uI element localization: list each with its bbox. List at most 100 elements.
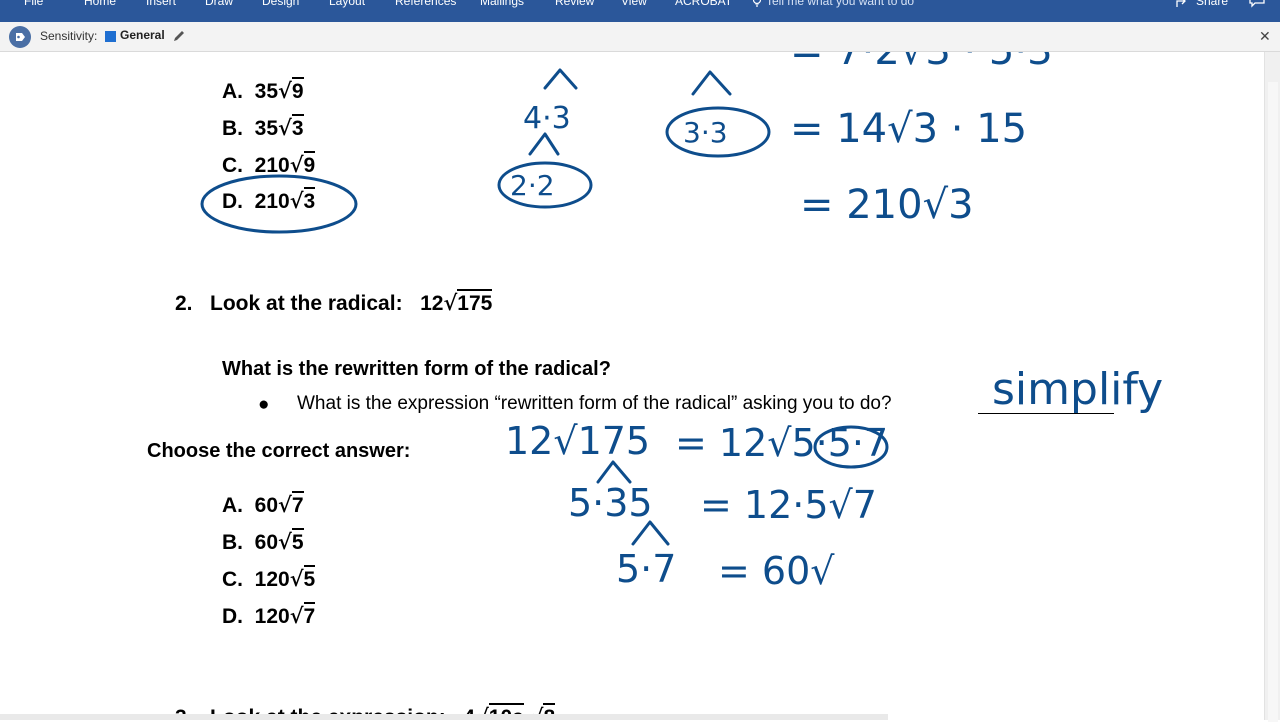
radical-sign-icon: √ (278, 78, 292, 103)
option-coef: 60 (254, 531, 279, 554)
radical-sign-icon: √ (278, 115, 292, 140)
ink-q1-eq-line1: = 7·2√3 · 5·3 (790, 52, 1053, 74)
option-radicand: 9 (291, 77, 304, 103)
q2-choose-label: Choose the correct answer: (147, 440, 411, 462)
ink-factor-right: 3·3 (683, 116, 728, 149)
option-letter: B. (222, 117, 243, 140)
share-button[interactable]: Share (1176, 0, 1228, 8)
option-radicand: 7 (303, 602, 316, 628)
option-coef: 120 (254, 605, 290, 628)
option-coef: 210 (254, 154, 290, 177)
q2-bullet: ● (258, 394, 269, 416)
option-letter: B. (222, 531, 243, 554)
ink-circle-right (665, 106, 771, 158)
option-letter: D. (222, 190, 243, 213)
option-letter: A. (222, 494, 243, 517)
sensitivity-label: Sensitivity: (40, 29, 98, 43)
horizontal-scrollbar[interactable] (0, 714, 888, 720)
option-letter: A. (222, 80, 243, 103)
ink-branch (631, 520, 670, 546)
radical-sign-icon: √ (278, 492, 292, 517)
q2-option-c[interactable]: C. 120√5 (222, 565, 316, 592)
q1-option-d[interactable]: D. 210√3 (222, 187, 316, 214)
tab-acrobat[interactable]: ACROBAT (675, 0, 732, 8)
tell-me-search[interactable]: Tell me what you want to do (752, 0, 914, 8)
ink-branch (691, 70, 732, 96)
q2-prompt: Look at the radical: (210, 292, 403, 315)
option-radicand: 3 (303, 187, 316, 213)
radical-sign-icon: √ (289, 152, 304, 177)
q2-option-a[interactable]: A. 60√7 (222, 491, 304, 518)
q2-heading: 2. Look at the radical: 12√175 (175, 289, 493, 316)
ink-circle-pair (813, 425, 889, 469)
ink-q2-line1-right: = 12√5·5·7 (675, 421, 888, 465)
share-label: Share (1196, 0, 1229, 8)
option-radicand: 5 (291, 528, 304, 554)
ink-annotations: 4·3 2·2 3·3 = 7·2√3 · 5·3 = 14√3 · 15 = … (200, 52, 1163, 593)
tab-file[interactable]: File (24, 0, 43, 8)
q2-option-b[interactable]: B. 60√5 (222, 528, 304, 555)
tab-review[interactable]: Review (555, 0, 594, 8)
tab-home[interactable]: Home (84, 0, 116, 8)
sensitivity-tag-icon (9, 26, 31, 48)
q2-option-d[interactable]: D. 120√7 (222, 602, 316, 629)
ink-q2-factor1: 5·35 (568, 481, 653, 525)
tab-draw[interactable]: Draw (205, 0, 233, 8)
option-letter: D. (222, 605, 243, 628)
option-coef: 35 (254, 80, 279, 103)
sensitivity-value[interactable]: General (120, 28, 165, 42)
ribbon-bar: File Home Insert Draw Design Layout Refe… (0, 0, 1280, 22)
tab-mailings[interactable]: Mailings (480, 0, 524, 8)
bullet-icon: ● (258, 394, 270, 415)
q2-radicand: 175 (457, 289, 493, 315)
radical-sign-icon: √ (289, 188, 304, 213)
option-radicand: 5 (303, 565, 316, 591)
radical-sign-icon: √ (443, 290, 458, 315)
option-coef: 210 (254, 190, 290, 213)
q2-bullet-text: What is the expression “rewritten form o… (297, 393, 892, 414)
sensitivity-color-swatch (105, 31, 116, 42)
tab-view[interactable]: View (621, 0, 647, 8)
sensitivity-bar: Sensitivity: General ✕ (0, 22, 1280, 52)
option-coef: 60 (254, 494, 279, 517)
q2-number: 2. (175, 292, 193, 315)
radical-sign-icon: √ (289, 566, 304, 591)
scrollbar-thumb[interactable] (1268, 82, 1278, 722)
q1-option-c[interactable]: C. 210√9 (222, 151, 316, 178)
ink-q1-eq-line3: = 210√3 (800, 182, 974, 228)
tab-references[interactable]: References (395, 0, 456, 8)
ink-factor-left-leaf: 2·2 (510, 169, 555, 202)
document-page[interactable]: A. 35√9 B. 35√3 C. 210√9 D. 210√3 2. Loo… (0, 52, 1264, 720)
share-icon (1176, 0, 1186, 7)
tab-layout[interactable]: Layout (329, 0, 365, 8)
option-letter: C. (222, 154, 243, 177)
q1-option-b[interactable]: B. 35√3 (222, 114, 304, 141)
ink-q2-line3-right: = 60√ (718, 549, 835, 593)
q1-option-a[interactable]: A. 35√9 (222, 77, 304, 104)
lightbulb-icon (752, 0, 762, 7)
ink-q2-line2-right: = 12·5√7 (700, 483, 877, 527)
tab-design[interactable]: Design (262, 0, 299, 8)
close-icon[interactable]: ✕ (1259, 28, 1271, 45)
option-coef: 35 (254, 117, 279, 140)
option-radicand: 7 (291, 491, 304, 517)
pencil-icon[interactable] (172, 29, 186, 43)
q2-coef: 12 (420, 292, 444, 315)
option-coef: 120 (254, 568, 290, 591)
ink-q1-eq-line2: = 14√3 · 15 (790, 106, 1027, 152)
radical-sign-icon: √ (278, 529, 292, 554)
option-radicand: 9 (303, 151, 316, 177)
answer-blank-line[interactable] (978, 413, 1114, 414)
ink-factor-left: 4·3 (523, 101, 571, 136)
ink-circle-leaf (497, 161, 593, 209)
vertical-scrollbar[interactable] (1264, 52, 1280, 722)
q2-sub-question: What is the rewritten form of the radica… (222, 358, 611, 380)
ink-blank-answer: simplify (992, 364, 1163, 415)
tab-insert[interactable]: Insert (146, 0, 176, 8)
ink-q2-line1-left: 12√175 (505, 419, 650, 463)
option-letter: C. (222, 568, 243, 591)
comment-icon[interactable] (1248, 0, 1266, 8)
ink-branch (596, 460, 632, 484)
ink-branch (543, 68, 578, 90)
option-radicand: 3 (291, 114, 304, 140)
